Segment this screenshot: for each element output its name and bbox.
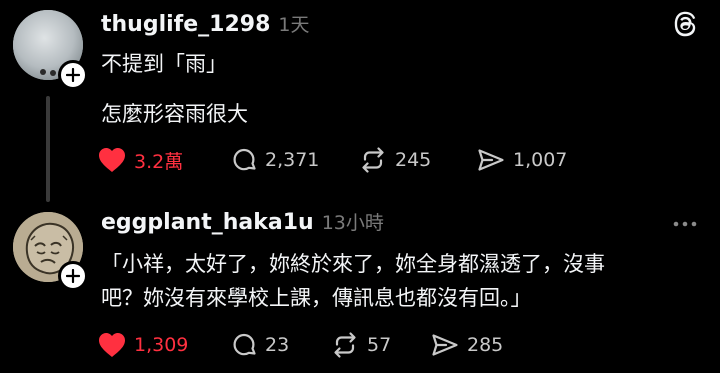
plus-icon [66, 68, 80, 82]
comment-button[interactable]: 2,371 [230, 146, 358, 174]
plus-icon [66, 269, 80, 283]
repost-icon [334, 332, 356, 358]
post-1: thuglife_1298 1天 不提到「雨」 怎麼形容雨很大 3.2萬 2,3… [0, 0, 720, 202]
repost-count: 245 [395, 149, 432, 171]
timestamp: 13小時 [321, 212, 384, 234]
follow-button[interactable] [58, 60, 88, 90]
post-text-line: 不提到「雨」 [101, 52, 227, 76]
repost-button[interactable]: 245 [358, 146, 476, 174]
more-icon[interactable] [670, 214, 700, 234]
post-text-line: 怎麼形容雨很大 [101, 102, 248, 126]
comment-button[interactable]: 23 [230, 331, 330, 359]
like-count: 3.2萬 [134, 150, 184, 173]
comment-icon [233, 333, 256, 356]
repost-icon [362, 147, 384, 173]
heart-icon [99, 333, 125, 357]
action-bar: 1,309 23 57 285 [97, 331, 503, 359]
repost-count: 57 [367, 334, 392, 356]
comment-icon [233, 148, 256, 171]
share-count: 1,007 [513, 149, 568, 171]
repost-button[interactable]: 57 [330, 331, 430, 359]
post-text-line: 吧？妳沒有來學校上課，傳訊息也都沒有回。」 [101, 286, 532, 310]
threads-logo-icon[interactable] [670, 9, 700, 39]
post-text: 「小祥，太好了，妳終於來了，妳全身都濕透了，沒事 吧？妳沒有來學校上課，傳訊息也… [101, 247, 605, 315]
timestamp: 1天 [278, 14, 310, 36]
share-icon [432, 334, 458, 356]
username[interactable]: eggplant_haka1u [101, 210, 314, 235]
comment-count: 23 [265, 334, 290, 356]
share-button[interactable]: 1,007 [476, 146, 567, 174]
like-button[interactable]: 1,309 [97, 331, 230, 359]
post-header: eggplant_haka1u 13小時 [101, 208, 384, 235]
follow-button[interactable] [58, 261, 88, 291]
action-bar: 3.2萬 2,371 245 1,007 [97, 146, 567, 174]
heart-icon [99, 148, 125, 172]
share-count: 285 [467, 334, 504, 356]
like-button[interactable]: 3.2萬 [97, 146, 230, 174]
username[interactable]: thuglife_1298 [101, 12, 270, 37]
share-button[interactable]: 285 [430, 331, 503, 359]
post-header: thuglife_1298 1天 [101, 10, 310, 37]
comment-count: 2,371 [265, 149, 320, 171]
post-text-line: 「小祥，太好了，妳終於來了，妳全身都濕透了，沒事 [101, 252, 605, 276]
thread-line [46, 96, 50, 202]
share-icon [478, 149, 504, 171]
like-count: 1,309 [134, 334, 189, 356]
